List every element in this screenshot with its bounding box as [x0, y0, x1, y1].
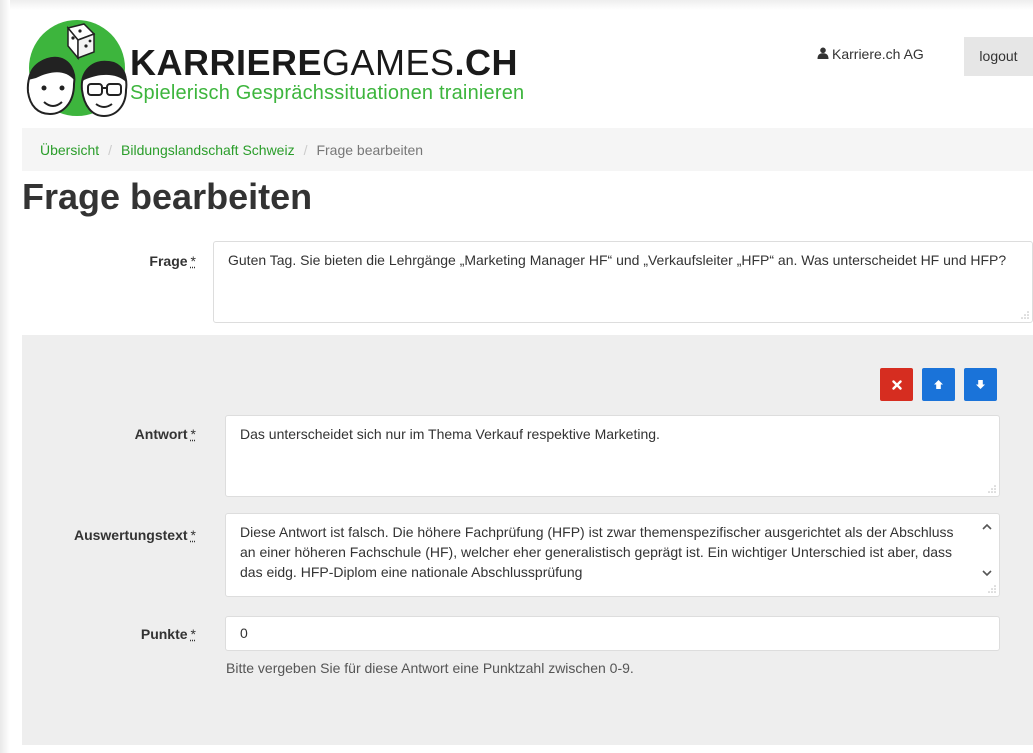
auswertungstext-value: Diese Antwort ist falsch. Die höhere Fac…: [240, 524, 954, 580]
resize-grip-icon[interactable]: [1021, 311, 1029, 319]
frage-value: Guten Tag. Sie bieten die Lehrgänge „Mar…: [228, 252, 1007, 268]
delete-icon: [891, 379, 902, 390]
delete-answer-button[interactable]: [880, 368, 913, 401]
brand-title-bold: KARRIERE: [130, 42, 323, 83]
move-down-button[interactable]: [964, 368, 997, 401]
breadcrumb-item-bildungslandschaft[interactable]: Bildungslandschaft Schweiz: [121, 142, 295, 158]
brand-title-tld: .CH: [454, 42, 519, 83]
breadcrumb-item-active: Frage bearbeiten: [316, 141, 424, 158]
brand-tagline: Spielerisch Gesprächssituationen trainie…: [130, 82, 525, 104]
resize-grip-icon[interactable]: [988, 485, 996, 493]
logo-image[interactable]: [22, 18, 132, 118]
frame-shadow-top: [0, 0, 1033, 10]
scroll-down-icon[interactable]: [981, 567, 993, 579]
resize-grip-icon[interactable]: [988, 585, 996, 593]
user-icon: [817, 46, 829, 62]
punkte-input[interactable]: 0: [225, 616, 1000, 651]
brand: KARRIEREGAMES.CH Spielerisch Gesprächssi…: [130, 44, 524, 105]
page-title: Frage bearbeiten: [22, 176, 313, 217]
frage-textarea[interactable]: Guten Tag. Sie bieten die Lehrgänge „Mar…: [213, 241, 1033, 323]
antwort-label: Antwort *: [100, 426, 196, 442]
antwort-label-text: Antwort: [134, 426, 188, 442]
auswertungstext-label: Auswertungstext *: [30, 527, 196, 543]
arrow-down-icon: [976, 380, 985, 389]
scroll-up-icon[interactable]: [981, 521, 993, 533]
textarea-scrollbar[interactable]: [981, 518, 993, 584]
punkte-help-text: Bitte vergeben Sie für diese Antwort ein…: [226, 660, 634, 676]
breadcrumb-separator: /: [108, 141, 113, 158]
punkte-label: Punkte *: [100, 626, 196, 642]
brand-title-light: GAMES: [322, 42, 455, 83]
antwort-textarea[interactable]: Das unterscheidet sich nur im Thema Verk…: [225, 415, 1000, 497]
logout-button[interactable]: logout: [964, 37, 1033, 76]
user-name: Karriere.ch AG: [832, 46, 924, 62]
frage-label: Frage *: [100, 253, 196, 269]
arrow-up-icon: [934, 380, 943, 389]
punkte-label-text: Punkte: [140, 626, 188, 642]
brand-title: KARRIEREGAMES.CH: [130, 44, 524, 82]
required-marker: *: [190, 626, 196, 642]
antwort-value: Das unterscheidet sich nur im Thema Verk…: [240, 426, 660, 442]
frage-label-text: Frage: [149, 253, 188, 269]
auswertungstext-textarea[interactable]: Diese Antwort ist falsch. Die höhere Fac…: [225, 513, 1000, 597]
required-marker: *: [190, 253, 196, 269]
breadcrumb: Übersicht / Bildungslandschaft Schweiz /…: [22, 128, 1033, 171]
move-up-button[interactable]: [922, 368, 955, 401]
breadcrumb-separator: /: [303, 141, 308, 158]
auswertungstext-label-text: Auswertungstext: [73, 527, 188, 543]
breadcrumb-item-uebersicht[interactable]: Übersicht: [40, 142, 99, 158]
frame-shadow-left: [0, 0, 10, 753]
required-marker: *: [190, 426, 196, 442]
user-info: Karriere.ch AG: [817, 46, 924, 62]
required-marker: *: [190, 527, 196, 543]
